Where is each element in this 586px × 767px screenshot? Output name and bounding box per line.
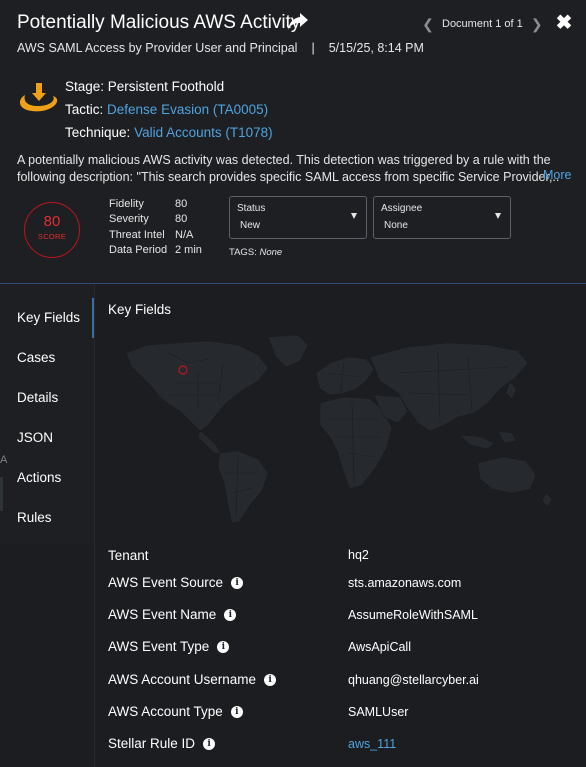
sidebar-divider bbox=[94, 284, 95, 767]
key-field-label-aws-event-source: AWS Event Source i bbox=[108, 575, 244, 590]
metric-row: Fidelity 80 bbox=[109, 197, 202, 212]
tactic-link[interactable]: Defense Evasion (TA0005) bbox=[107, 102, 268, 117]
technique-row: Technique: Valid Accounts (T1078) bbox=[65, 125, 273, 140]
share-arrow-icon[interactable] bbox=[286, 11, 310, 33]
metric-label: Severity bbox=[109, 213, 149, 226]
info-icon[interactable]: i bbox=[224, 608, 237, 621]
assignee-dropdown-value: None bbox=[384, 220, 408, 231]
caret-down-icon bbox=[495, 213, 501, 219]
info-icon[interactable]: i bbox=[203, 737, 216, 750]
alert-timestamp: 5/15/25, 8:14 PM bbox=[328, 41, 424, 55]
status-dropdown-value: New bbox=[240, 220, 261, 231]
key-field-value-aws-account-username: qhuang@stellarcyber.ai bbox=[348, 673, 479, 687]
metric-value: N/A bbox=[175, 228, 194, 241]
alert-header: Potentially Malicious AWS Activity ❮ Doc… bbox=[0, 0, 586, 284]
stage-row: Stage: Persistent Foothold bbox=[65, 79, 224, 94]
sidebar-item-actions[interactable]: Actions bbox=[17, 470, 61, 485]
tactic-row: Tactic: Defense Evasion (TA0005) bbox=[65, 102, 268, 117]
metric-label: Fidelity bbox=[109, 198, 144, 210]
tactic-label: Tactic: bbox=[65, 102, 104, 117]
metric-value: 2 min bbox=[175, 243, 202, 256]
stage-value: Persistent Foothold bbox=[107, 79, 225, 94]
mitre-kill-chain-icon bbox=[19, 83, 58, 112]
metric-row: Data Period 2 min bbox=[109, 243, 202, 258]
metric-label: Threat Intel bbox=[109, 228, 165, 241]
key-field-value-aws-event-source: sts.amazonaws.com bbox=[348, 576, 462, 590]
key-field-value-tenant: hq2 bbox=[348, 548, 369, 562]
metric-value: 80 bbox=[175, 198, 188, 210]
sidebar-item-details[interactable]: Details bbox=[17, 390, 58, 405]
alert-title: Potentially Malicious AWS Activity bbox=[17, 12, 301, 33]
score-label: SCORE bbox=[37, 232, 67, 241]
key-field-label-tenant: Tenant bbox=[108, 548, 149, 563]
metric-label: Data Period bbox=[109, 243, 168, 256]
alert-subtitle: AWS SAML Access by Provider User and Pri… bbox=[17, 41, 424, 55]
sidebar-item-key-fields[interactable]: Key Fields bbox=[17, 310, 80, 325]
key-field-label-aws-account-username: AWS Account Username i bbox=[108, 672, 277, 687]
status-dropdown[interactable]: Status New bbox=[229, 196, 367, 239]
key-field-label-aws-account-type: AWS Account Type i bbox=[108, 704, 243, 719]
sidebar-empty-area bbox=[0, 544, 94, 767]
close-icon[interactable]: ✖ bbox=[555, 13, 573, 33]
assignee-dropdown-label: Assignee bbox=[381, 203, 423, 214]
detail-sidebar: Key Fields Cases Details JSON Actions Ru… bbox=[0, 284, 94, 544]
metric-value: 80 bbox=[175, 213, 188, 226]
info-icon[interactable]: i bbox=[231, 576, 244, 589]
key-field-value-aws-event-name: AssumeRoleWithSAML bbox=[348, 608, 478, 622]
chevron-right-icon[interactable]: ❯ bbox=[529, 15, 545, 33]
status-dropdown-label: Status bbox=[237, 203, 266, 214]
info-icon[interactable]: i bbox=[264, 673, 277, 686]
more-link[interactable]: More bbox=[543, 168, 571, 182]
document-counter: Document 1 of 1 bbox=[442, 18, 523, 30]
score-value: 80 bbox=[43, 213, 61, 230]
assignee-dropdown[interactable]: Assignee None bbox=[373, 196, 511, 239]
rule-name: AWS SAML Access by Provider User and Pri… bbox=[17, 41, 298, 55]
technique-label: Technique: bbox=[65, 125, 131, 140]
metrics-table: Fidelity 80 Severity 80 Threat Intel N/A Da… bbox=[109, 197, 202, 258]
subtitle-separator: | bbox=[311, 41, 315, 55]
metric-row: Threat Intel N/A bbox=[109, 228, 202, 243]
technique-link[interactable]: Valid Accounts (T1078) bbox=[134, 125, 273, 140]
key-field-value-aws-event-type: AwsApiCall bbox=[348, 640, 411, 654]
key-field-value-stellar-rule-id[interactable]: aws_111 bbox=[348, 737, 396, 751]
background-page-fragment: A bbox=[0, 454, 8, 466]
chevron-left-icon[interactable]: ❮ bbox=[420, 15, 436, 33]
tags-value: None bbox=[259, 247, 283, 258]
tags-line: TAGS: None bbox=[229, 247, 282, 258]
world-map bbox=[108, 333, 568, 528]
tags-label: TAGS: bbox=[229, 247, 257, 258]
key-field-label-aws-event-type: AWS Event Type i bbox=[108, 639, 230, 654]
info-icon[interactable]: i bbox=[217, 640, 230, 653]
stage-label: Stage: bbox=[65, 79, 105, 94]
sidebar-item-rules[interactable]: Rules bbox=[17, 510, 52, 525]
section-title: Key Fields bbox=[108, 302, 172, 317]
key-field-value-aws-account-type: SAMLUser bbox=[348, 705, 409, 719]
key-field-label-aws-event-name: AWS Event Name i bbox=[108, 607, 237, 622]
score-badge: 80 SCORE bbox=[24, 202, 80, 258]
caret-down-icon bbox=[351, 213, 357, 219]
alert-description: A potentially malicious AWS activity was… bbox=[17, 153, 560, 184]
info-icon[interactable]: i bbox=[230, 705, 243, 718]
key-field-label-stellar-rule-id: Stellar Rule ID i bbox=[108, 736, 216, 751]
sidebar-item-cases[interactable]: Cases bbox=[17, 350, 55, 365]
document-navigator: ❮ Document 1 of 1 ❯ bbox=[420, 15, 545, 33]
metric-row: Severity 80 bbox=[109, 212, 202, 227]
background-page-fragment bbox=[0, 477, 3, 511]
sidebar-item-json[interactable]: JSON bbox=[17, 430, 53, 445]
